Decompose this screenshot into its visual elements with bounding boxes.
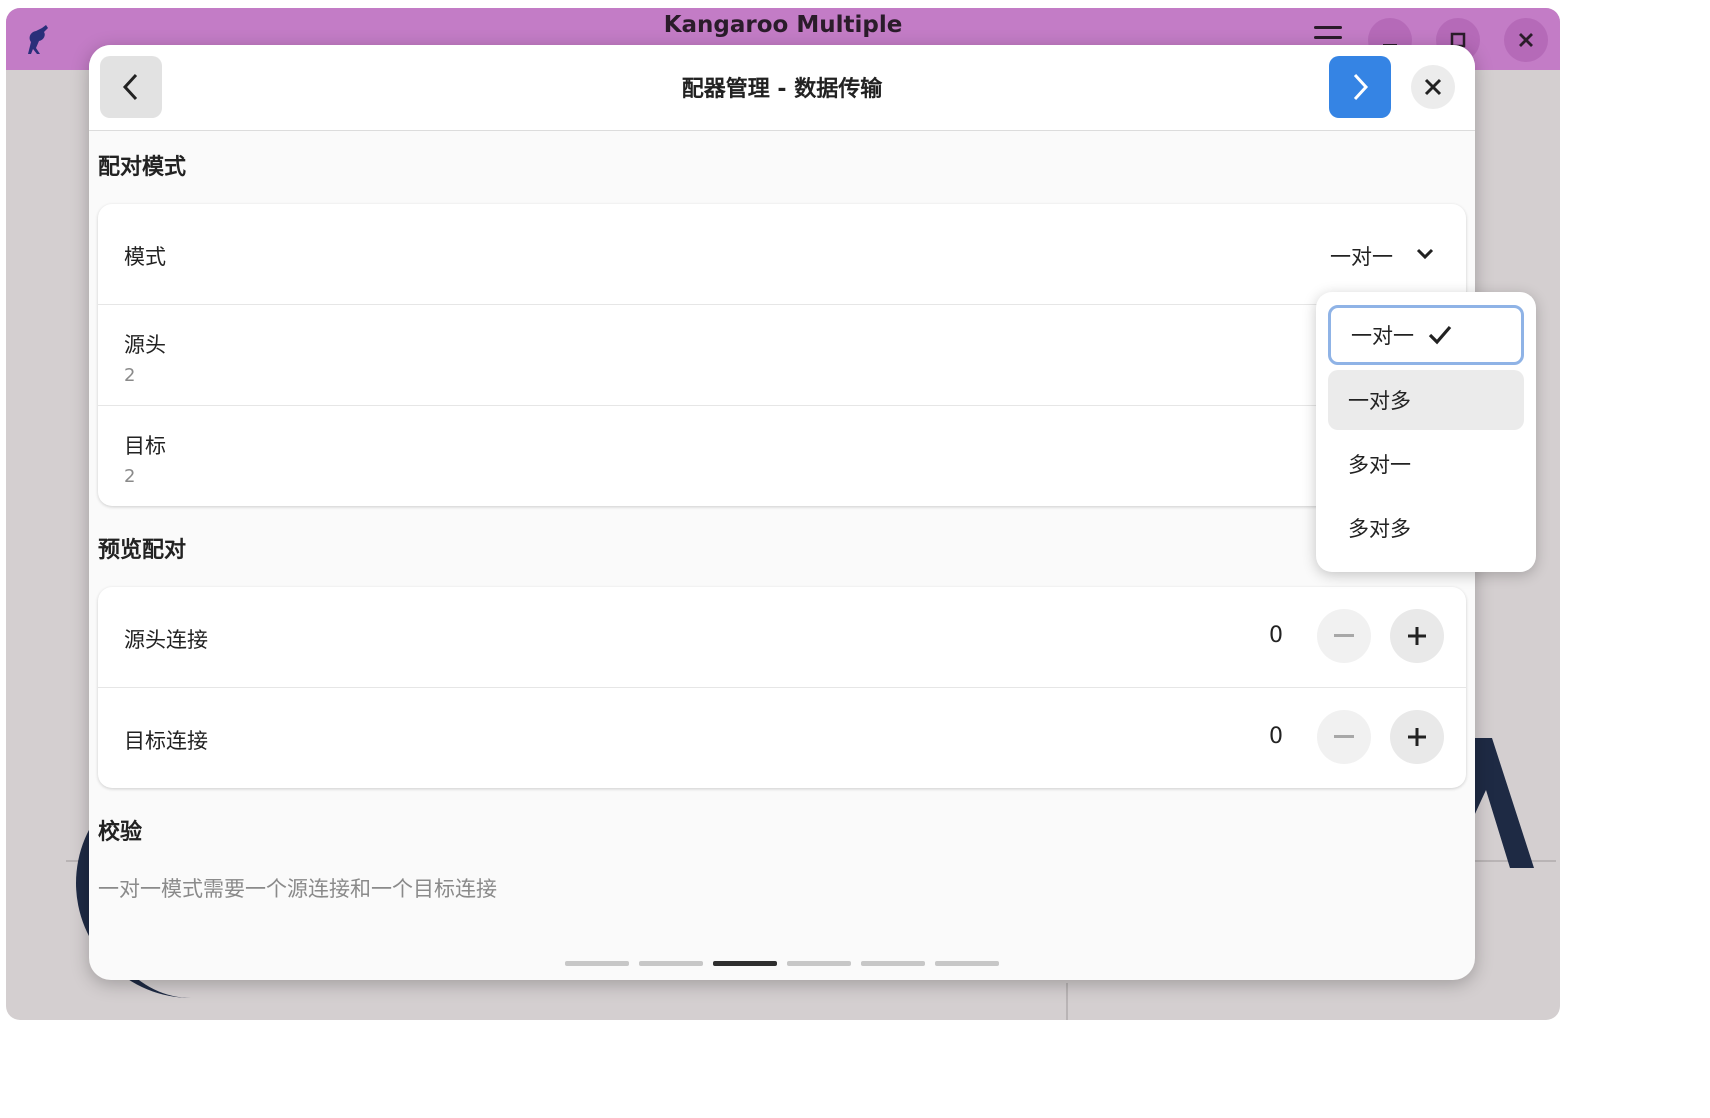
page-dot xyxy=(935,961,999,966)
validation-message: 一对一模式需要一个源连接和一个目标连接 xyxy=(98,877,497,901)
dialog-close-button[interactable] xyxy=(1411,65,1455,109)
target-value: 2 xyxy=(124,466,136,487)
close-icon xyxy=(1424,78,1442,96)
source-row: 源头 2 xyxy=(98,305,1466,406)
source-increment-button[interactable] xyxy=(1390,609,1444,663)
mode-row[interactable]: 模式 一对一 xyxy=(98,204,1466,305)
bg-artwork-right xyxy=(1474,738,1534,868)
section-title-pairing-mode: 配对模式 xyxy=(98,155,187,180)
source-connection-value: 0 xyxy=(1269,623,1283,648)
mode-dropdown-popover: 一对一 一对多 多对一 多对多 xyxy=(1316,292,1536,572)
window-close-button[interactable] xyxy=(1504,18,1548,62)
target-increment-button[interactable] xyxy=(1390,710,1444,764)
option-one-to-one[interactable]: 一对一 xyxy=(1328,305,1524,365)
dialog-title: 配器管理 - 数据传输 xyxy=(681,77,883,102)
page-dot xyxy=(565,961,629,966)
option-label: 多对多 xyxy=(1348,517,1411,541)
target-connection-value: 0 xyxy=(1269,724,1283,749)
source-connection-row: 源头连接 0 xyxy=(98,587,1466,688)
page-dot xyxy=(787,961,851,966)
source-label: 源头 xyxy=(124,333,166,357)
option-one-to-many[interactable]: 一对多 xyxy=(1328,370,1524,430)
pairing-mode-card: 模式 一对一 源头 2 目标 2 xyxy=(98,204,1466,506)
plus-icon xyxy=(1408,728,1426,746)
page-dot xyxy=(639,961,703,966)
menu-icon[interactable] xyxy=(1314,26,1342,44)
preview-card: 源头连接 0 目标连接 0 xyxy=(98,587,1466,788)
pairing-dialog: 配器管理 - 数据传输 配对模式 模式 一对一 源头 2 目标 2 预览配对 源… xyxy=(89,45,1475,980)
plus-icon xyxy=(1408,627,1426,645)
source-value: 2 xyxy=(124,365,136,386)
option-label: 多对一 xyxy=(1348,453,1411,477)
bg-divider-vertical xyxy=(1066,983,1068,1020)
option-many-to-one[interactable]: 多对一 xyxy=(1328,434,1524,494)
section-title-preview: 预览配对 xyxy=(98,538,187,563)
close-icon xyxy=(1519,33,1533,47)
target-connection-row: 目标连接 0 xyxy=(98,688,1466,788)
mode-value[interactable]: 一对一 xyxy=(1330,241,1393,271)
section-title-validation: 校验 xyxy=(98,820,143,845)
option-label: 一对一 xyxy=(1351,324,1414,348)
option-many-to-many[interactable]: 多对多 xyxy=(1328,498,1524,558)
minus-icon xyxy=(1334,634,1354,637)
page-dot xyxy=(861,961,925,966)
chevron-right-icon xyxy=(1353,73,1369,101)
target-connection-label: 目标连接 xyxy=(124,729,208,753)
next-button[interactable] xyxy=(1329,56,1391,118)
chevron-down-icon[interactable] xyxy=(1416,247,1434,261)
dialog-header: 配器管理 - 数据传输 xyxy=(89,45,1475,131)
page-indicator xyxy=(565,961,999,966)
mode-label: 模式 xyxy=(124,245,166,269)
checkmark-icon xyxy=(1428,325,1452,345)
source-decrement-button[interactable] xyxy=(1317,609,1371,663)
minus-icon xyxy=(1334,735,1354,738)
option-label: 一对多 xyxy=(1348,389,1411,413)
target-decrement-button[interactable] xyxy=(1317,710,1371,764)
target-row: 目标 2 xyxy=(98,406,1466,506)
target-label: 目标 xyxy=(124,434,166,458)
source-connection-label: 源头连接 xyxy=(124,628,208,652)
page-dot-active xyxy=(713,961,777,966)
